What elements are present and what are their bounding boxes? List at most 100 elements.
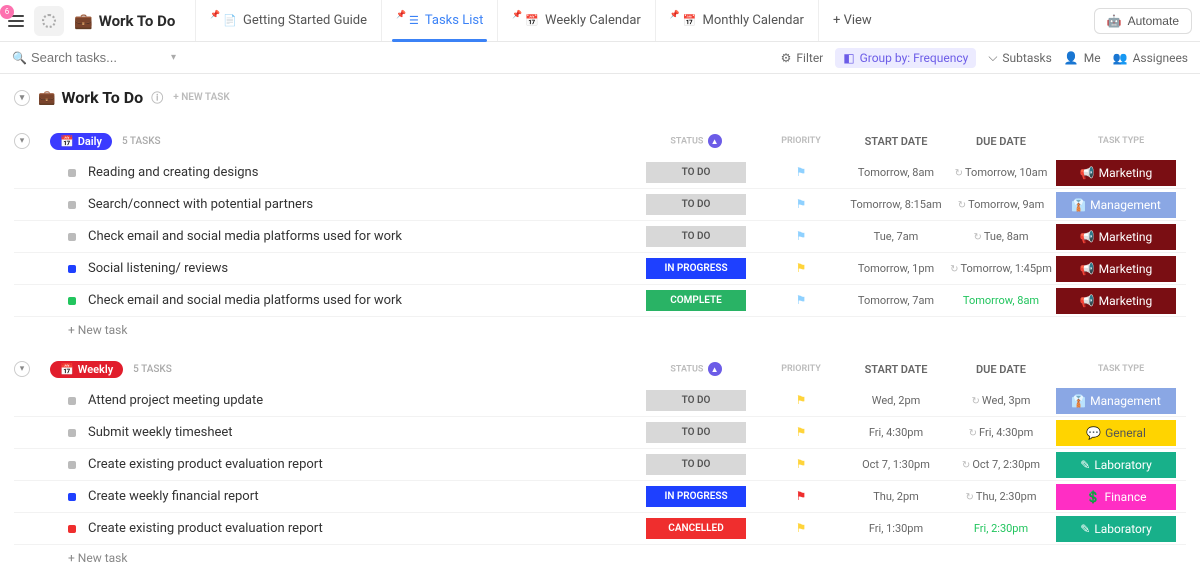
start-date[interactable]: Tomorrow, 8am bbox=[846, 166, 946, 179]
flag-icon[interactable]: ⚑ bbox=[796, 489, 807, 503]
start-date[interactable]: Fri, 1:30pm bbox=[846, 522, 946, 535]
start-date[interactable]: Tomorrow, 7am bbox=[846, 294, 946, 307]
task-name[interactable]: Social listening/ reviews bbox=[88, 261, 228, 276]
search-input[interactable] bbox=[31, 50, 171, 65]
task-row[interactable]: Check email and social media platforms u… bbox=[14, 285, 1186, 317]
due-date[interactable]: ↻Fri, 4:30pm bbox=[946, 426, 1056, 439]
subtasks-button[interactable]: ⌵Subtasks bbox=[988, 50, 1052, 65]
col-status[interactable]: STATUS ▲ bbox=[636, 362, 756, 376]
task-name[interactable]: Submit weekly timesheet bbox=[88, 425, 233, 440]
due-date[interactable]: ↻Tomorrow, 9am bbox=[946, 198, 1056, 211]
task-status-square[interactable] bbox=[68, 461, 76, 469]
status-pill[interactable]: COMPLETE bbox=[646, 290, 746, 311]
add-view-button[interactable]: + View bbox=[819, 13, 886, 28]
filter-button[interactable]: ⚙Filter bbox=[781, 51, 824, 65]
task-status-square[interactable] bbox=[68, 429, 76, 437]
new-task-row[interactable]: + New task bbox=[14, 323, 1186, 337]
sort-icon[interactable]: ▲ bbox=[708, 362, 722, 376]
flag-icon[interactable]: ⚑ bbox=[796, 521, 807, 535]
due-date[interactable]: ↻Tomorrow, 10am bbox=[946, 166, 1056, 179]
task-row[interactable]: Create weekly financial report IN PROGRES… bbox=[14, 481, 1186, 513]
start-date[interactable]: Oct 7, 1:30pm bbox=[846, 458, 946, 471]
task-row[interactable]: Search/connect with potential partners TO… bbox=[14, 189, 1186, 221]
task-name[interactable]: Create existing product evaluation repor… bbox=[88, 457, 323, 472]
task-type-pill[interactable]: 💬General bbox=[1056, 420, 1176, 446]
new-task-row[interactable]: + New task bbox=[14, 551, 1186, 565]
task-name[interactable]: Create weekly financial report bbox=[88, 489, 259, 504]
col-priority[interactable]: PRIORITY bbox=[756, 364, 846, 374]
status-pill[interactable]: CANCELLED bbox=[646, 518, 746, 539]
task-type-pill[interactable]: 💲Finance bbox=[1056, 484, 1176, 510]
group-badge-weekly[interactable]: 📅Weekly bbox=[50, 361, 123, 378]
new-task-button[interactable]: + NEW TASK bbox=[173, 92, 230, 103]
flag-icon[interactable]: ⚑ bbox=[796, 393, 807, 407]
due-date[interactable]: ↻Thu, 2:30pm bbox=[946, 490, 1056, 503]
due-date[interactable]: ↻Tomorrow, 1:45pm bbox=[946, 262, 1056, 275]
task-row[interactable]: Submit weekly timesheet TO DO ⚑ Fri, 4:30pm… bbox=[14, 417, 1186, 449]
tab-weekly-calendar[interactable]: 📌📅Weekly Calendar bbox=[497, 0, 655, 41]
menu-icon[interactable]: 6 bbox=[8, 15, 24, 27]
task-row[interactable]: Attend project meeting updateTO DO⚑Wed, … bbox=[14, 385, 1186, 417]
status-pill[interactable]: TO DO bbox=[646, 422, 746, 443]
tab-monthly-calendar[interactable]: 📌📅Monthly Calendar bbox=[655, 0, 819, 41]
due-date[interactable]: Tomorrow, 8am bbox=[946, 294, 1056, 307]
tab-getting-started-guide[interactable]: 📌📄Getting Started Guide bbox=[195, 0, 381, 41]
due-date[interactable]: ↻Oct 7, 2:30pm bbox=[946, 458, 1056, 471]
group-collapse[interactable]: ▾ bbox=[14, 361, 30, 377]
status-pill[interactable]: TO DO bbox=[646, 194, 746, 215]
chevron-down-icon[interactable]: ▾ bbox=[171, 52, 176, 63]
col-due-date[interactable]: DUE DATE bbox=[946, 363, 1056, 376]
task-row[interactable]: Create existing product evaluation repor… bbox=[14, 449, 1186, 481]
task-name[interactable]: Check email and social media platforms u… bbox=[88, 293, 402, 308]
task-type-pill[interactable]: 📢Marketing bbox=[1056, 224, 1176, 250]
task-type-pill[interactable]: 📢Marketing bbox=[1056, 160, 1176, 186]
flag-icon[interactable]: ⚑ bbox=[796, 197, 807, 211]
group-by-button[interactable]: ◧Group by: Frequency bbox=[835, 48, 976, 68]
task-row[interactable]: Create existing product evaluation repor… bbox=[14, 513, 1186, 545]
task-name[interactable]: Attend project meeting update bbox=[88, 393, 263, 408]
status-pill[interactable]: IN PROGRESS bbox=[646, 258, 746, 279]
start-date[interactable]: Wed, 2pm bbox=[846, 394, 946, 407]
task-type-pill[interactable]: 📢Marketing bbox=[1056, 288, 1176, 314]
task-type-pill[interactable]: 👔Management bbox=[1056, 192, 1176, 218]
assignees-button[interactable]: 👥Assignees bbox=[1113, 51, 1188, 65]
flag-icon[interactable]: ⚑ bbox=[796, 261, 807, 275]
flag-icon[interactable]: ⚑ bbox=[796, 425, 807, 439]
col-priority[interactable]: PRIORITY bbox=[756, 136, 846, 146]
group-badge-daily[interactable]: 📅Daily bbox=[50, 133, 112, 150]
flag-icon[interactable]: ⚑ bbox=[796, 457, 807, 471]
status-pill[interactable]: TO DO bbox=[646, 226, 746, 247]
task-type-pill[interactable]: 📢Marketing bbox=[1056, 256, 1176, 282]
me-button[interactable]: 👤Me bbox=[1064, 51, 1101, 65]
start-date[interactable]: Tomorrow, 1pm bbox=[846, 262, 946, 275]
task-status-square[interactable] bbox=[68, 297, 76, 305]
due-date[interactable]: Fri, 2:30pm bbox=[946, 522, 1056, 535]
start-date[interactable]: Tue, 7am bbox=[846, 230, 946, 243]
start-date[interactable]: Thu, 2pm bbox=[846, 490, 946, 503]
task-name[interactable]: Reading and creating designs bbox=[88, 165, 258, 180]
task-status-square[interactable] bbox=[68, 233, 76, 241]
group-collapse[interactable]: ▾ bbox=[14, 133, 30, 149]
start-date[interactable]: Fri, 4:30pm bbox=[846, 426, 946, 439]
task-status-square[interactable] bbox=[68, 169, 76, 177]
sort-icon[interactable]: ▲ bbox=[708, 134, 722, 148]
task-type-pill[interactable]: 👔Management bbox=[1056, 388, 1176, 414]
due-date[interactable]: ↻Wed, 3pm bbox=[946, 394, 1056, 407]
task-row[interactable]: Check email and social media platforms u… bbox=[14, 221, 1186, 253]
col-start-date[interactable]: START DATE bbox=[846, 135, 946, 148]
task-name[interactable]: Create existing product evaluation repor… bbox=[88, 521, 323, 536]
collapse-toggle[interactable]: ▾ bbox=[14, 90, 30, 106]
task-status-square[interactable] bbox=[68, 525, 76, 533]
flag-icon[interactable]: ⚑ bbox=[796, 229, 807, 243]
status-pill[interactable]: IN PROGRESS bbox=[646, 486, 746, 507]
flag-icon[interactable]: ⚑ bbox=[796, 293, 807, 307]
flag-icon[interactable]: ⚑ bbox=[796, 165, 807, 179]
info-icon[interactable]: ⓘ bbox=[151, 89, 163, 106]
task-name[interactable]: Search/connect with potential partners bbox=[88, 197, 313, 212]
tab-tasks-list[interactable]: 📌☰Tasks List bbox=[381, 0, 497, 41]
task-row[interactable]: Social listening/ reviews IN PROGRESS ⚑ Tom… bbox=[14, 253, 1186, 285]
task-status-square[interactable] bbox=[68, 201, 76, 209]
task-status-square[interactable] bbox=[68, 493, 76, 501]
col-task-type[interactable]: TASK TYPE bbox=[1056, 136, 1186, 146]
col-status[interactable]: STATUS ▲ bbox=[636, 134, 756, 148]
